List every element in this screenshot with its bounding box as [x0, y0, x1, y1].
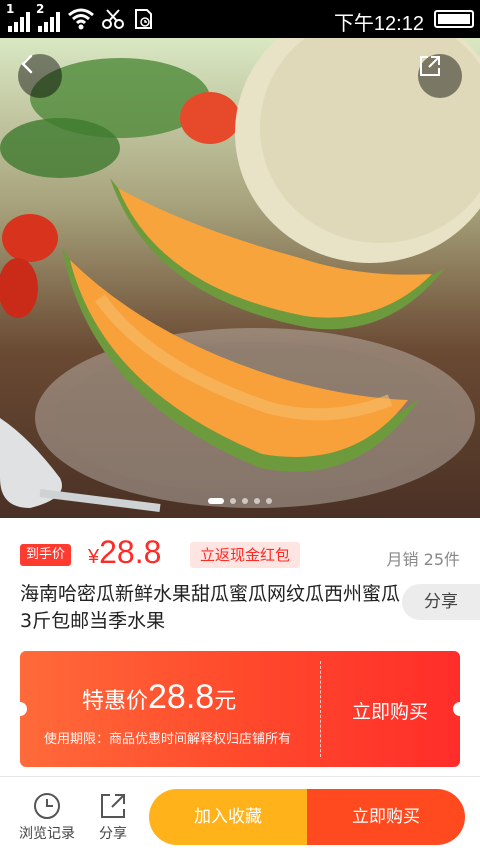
- external-share-icon: [420, 56, 440, 76]
- share-icon: [101, 794, 125, 818]
- product-image-carousel[interactable]: [0, 38, 480, 518]
- sim2-label: 2: [36, 2, 45, 16]
- status-bar: 1 2 下午12:12: [0, 0, 480, 38]
- carousel-dot[interactable]: [230, 498, 236, 504]
- cashback-badge: 立返现金红包: [190, 542, 301, 568]
- clock-icon: [34, 793, 60, 819]
- coupon-card[interactable]: 特惠价28.8元 使用期限：商品优惠时间解释权归店铺所有 立即购买: [20, 651, 460, 767]
- bottom-share-button[interactable]: 分享: [78, 789, 148, 843]
- buy-now-button[interactable]: 立即购买: [307, 789, 465, 845]
- bottom-buttons: 加入收藏 立即购买: [149, 789, 465, 845]
- carousel-dot[interactable]: [242, 498, 248, 504]
- sd-card-icon: [132, 8, 154, 30]
- back-button[interactable]: [18, 54, 62, 98]
- coupon-terms: 使用期限：商品优惠时间解释权归店铺所有: [44, 732, 292, 747]
- currency-symbol: ¥: [88, 546, 100, 568]
- product-title: 海南哈密瓜新鲜水果甜瓜蜜瓜网纹瓜西州蜜瓜3斤包邮当季水果: [20, 583, 401, 632]
- final-price-tag: 到手价: [20, 544, 72, 566]
- status-icons: 1 2: [6, 2, 154, 32]
- share-button[interactable]: 分享: [402, 584, 480, 620]
- carousel-dot[interactable]: [254, 498, 260, 504]
- coupon-label: 特惠价: [82, 689, 149, 714]
- signal-1-icon: 1: [6, 2, 30, 32]
- scissors-icon: [102, 8, 124, 30]
- coupon-notch-left: [20, 702, 27, 716]
- coupon-price-unit: 元: [214, 689, 237, 714]
- price-amount: 28.8: [99, 534, 162, 570]
- signal-2-icon: 2: [36, 2, 60, 32]
- carousel-indicator: [0, 498, 480, 504]
- chevron-left-icon: [21, 54, 33, 74]
- history-label: 浏览记录: [19, 826, 75, 842]
- status-time: 下午12:12: [333, 13, 424, 35]
- coupon-buy-button[interactable]: 立即购买: [320, 697, 460, 724]
- wifi-icon: [68, 8, 94, 30]
- carousel-dot[interactable]: [208, 498, 224, 504]
- price-value: ¥28.8: [88, 534, 161, 571]
- coupon-price: 特惠价28.8元: [82, 678, 236, 717]
- carousel-dot[interactable]: [266, 498, 272, 504]
- monthly-sales: 月销 25件: [386, 550, 460, 569]
- coupon-price-amount: 28.8: [148, 678, 215, 716]
- battery-icon: [434, 10, 474, 28]
- sim1-label: 1: [6, 2, 15, 16]
- melon-photo: [0, 38, 480, 512]
- price-row: 到手价 ¥28.8 立返现金红包 月销 25件: [20, 534, 460, 570]
- share-label: 分享: [99, 826, 127, 842]
- bottom-action-bar: 浏览记录 分享 加入收藏 立即购买: [0, 776, 480, 855]
- history-button[interactable]: 浏览记录: [12, 789, 82, 843]
- share-link-button[interactable]: [418, 54, 462, 98]
- add-favorite-button[interactable]: 加入收藏: [149, 789, 307, 845]
